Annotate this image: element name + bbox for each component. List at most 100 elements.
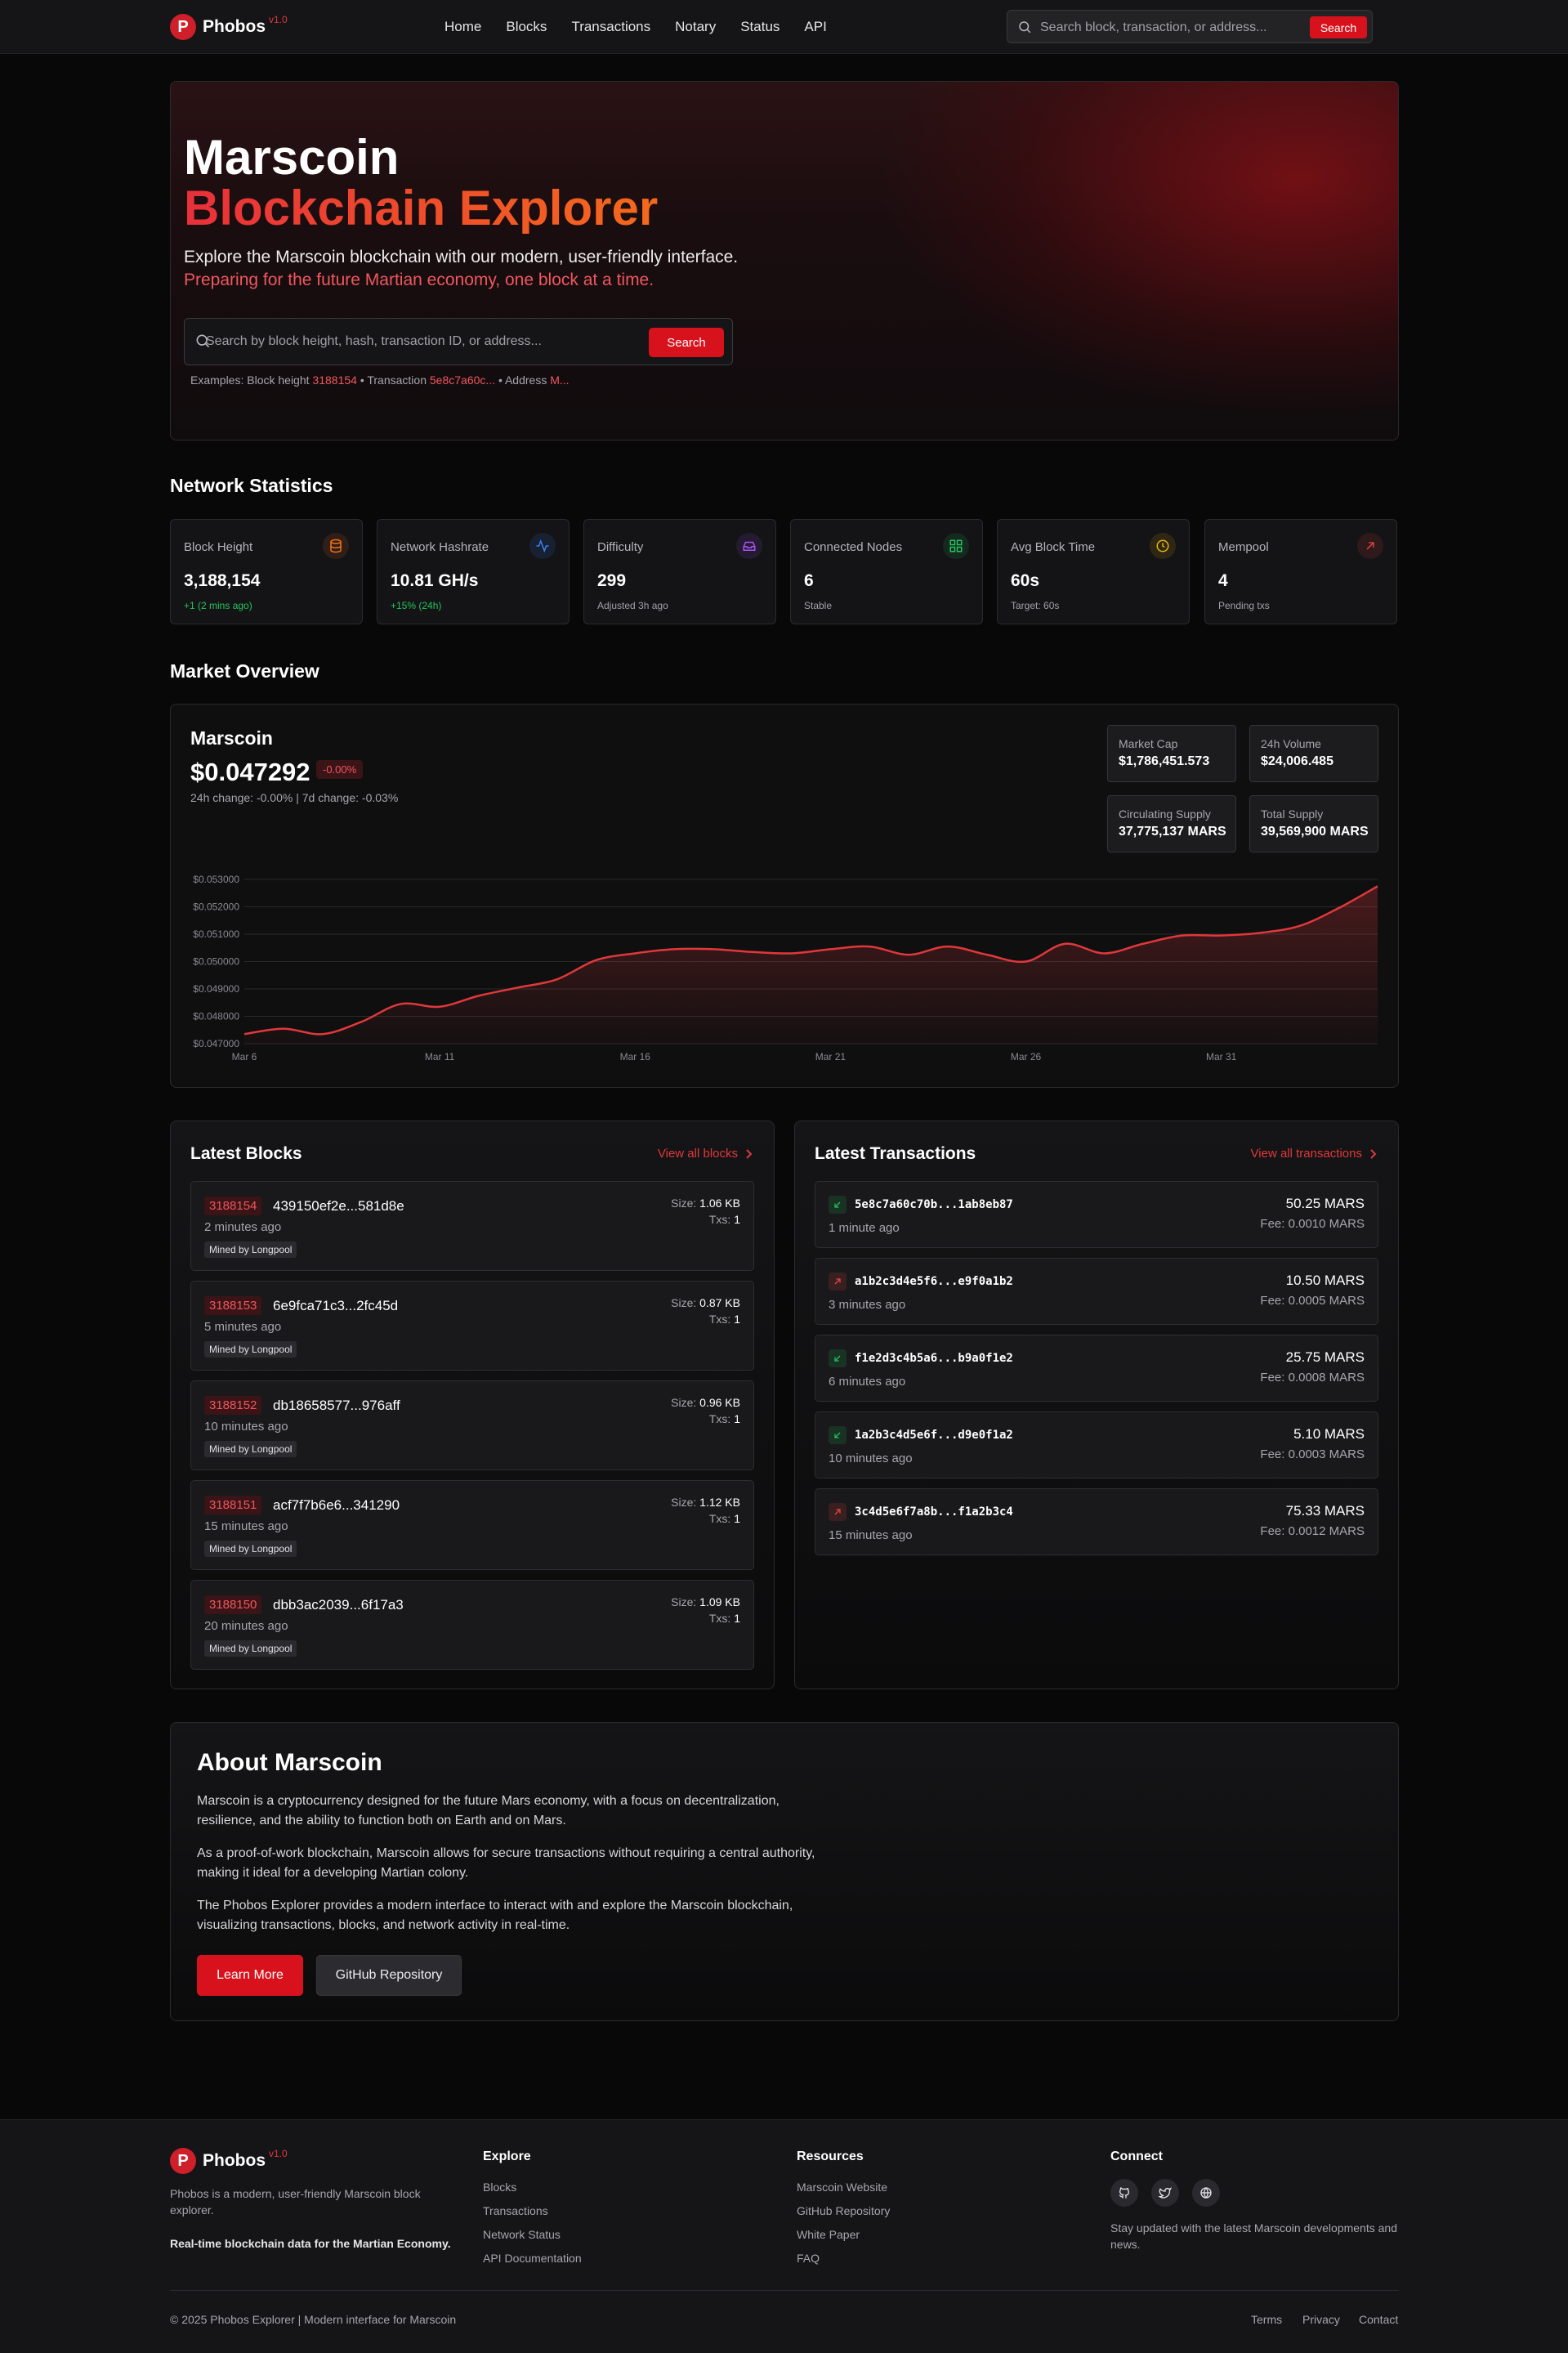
github-repository-button[interactable]: GitHub Repository [316, 1955, 462, 1996]
tx-hash[interactable]: 1a2b3c4d5e6f...d9e0f1a2 [855, 1429, 1013, 1442]
copyright: © 2025 Phobos Explorer | Modern interfac… [170, 2313, 457, 2326]
nav-search-placeholder: Search block, transaction, or address... [1040, 20, 1267, 34]
grid-icon [943, 533, 969, 559]
about-paragraph: Marscoin is a cryptocurrency designed fo… [197, 1794, 780, 1827]
footer-terms-link[interactable]: Terms [1251, 2313, 1282, 2326]
view-all-blocks-link[interactable]: View all blocks [658, 1147, 753, 1161]
tx-hash[interactable]: f1e2d3c4b5a6...b9a0f1e2 [855, 1352, 1013, 1365]
nav-search-input[interactable]: Search block, transaction, or address...… [1007, 10, 1373, 43]
nav-api[interactable]: API [804, 19, 826, 35]
block-height-badge[interactable]: 3188152 [204, 1396, 262, 1415]
footer: P Phobos v1.0 Phobos is a modern, user-f… [0, 2119, 1568, 2353]
block-row[interactable]: 3188153 6e9fca71c3...2fc45d 5 minutes ag… [190, 1281, 754, 1371]
top-navbar: P Phobos v1.0 Home Blocks Transactions N… [0, 0, 1568, 54]
footer-link[interactable]: White Paper [797, 2228, 890, 2241]
tx-age: 15 minutes ago [829, 1528, 913, 1542]
hero-search-placeholder: Search by block height, hash, transactio… [206, 334, 542, 348]
footer-contact-link[interactable]: Contact [1359, 2313, 1398, 2326]
block-row[interactable]: 3188151 acf7f7b6e6...341290 15 minutes a… [190, 1480, 754, 1570]
example-tx-link[interactable]: 5e8c7a60c... [430, 374, 495, 387]
learn-more-button[interactable]: Learn More [197, 1955, 303, 1996]
stat-card-nodes: Connected Nodes 6 Stable [790, 519, 983, 624]
stat-value: 60s [1011, 571, 1040, 590]
globe-icon[interactable] [1192, 2179, 1220, 2207]
hero-search-input[interactable]: Search by block height, hash, transactio… [184, 318, 733, 365]
footer-link[interactable]: Marscoin Website [797, 2181, 890, 2194]
footer-link[interactable]: API Documentation [483, 2252, 582, 2265]
arrow-up-right-icon [1357, 533, 1383, 559]
block-height-badge[interactable]: 3188154 [204, 1197, 262, 1215]
tx-hash[interactable]: 3c4d5e6f7a8b...f1a2b3c4 [855, 1505, 1013, 1519]
hero-title-gradient: Blockchain Explorer [184, 181, 659, 235]
block-age: 10 minutes ago [204, 1420, 288, 1434]
block-hash[interactable]: 6e9fca71c3...2fc45d [273, 1298, 398, 1314]
footer-link[interactable]: Blocks [483, 2181, 582, 2194]
example-address-link[interactable]: M... [550, 374, 569, 387]
hero-search-button[interactable]: Search [649, 328, 724, 357]
transaction-row[interactable]: f1e2d3c4b5a6...b9a0f1e2 6 minutes ago 25… [815, 1335, 1378, 1402]
tx-fee: Fee: 0.0012 MARS [1260, 1524, 1365, 1538]
nav-notary[interactable]: Notary [675, 19, 716, 35]
arrow-up-right-icon [829, 1273, 847, 1291]
block-hash[interactable]: dbb3ac2039...6f17a3 [273, 1597, 404, 1613]
block-size: Size: 1.06 KB [671, 1197, 740, 1210]
footer-description: Phobos is a modern, user-friendly Marsco… [170, 2187, 421, 2217]
block-row[interactable]: 3188152 db18658577...976aff 10 minutes a… [190, 1380, 754, 1470]
price-area [244, 886, 1378, 1044]
chevron-right-icon [746, 1148, 753, 1159]
stat-card-mempool: Mempool 4 Pending txs [1204, 519, 1397, 624]
tx-amount: 75.33 MARS [1285, 1503, 1365, 1519]
tx-fee: Fee: 0.0003 MARS [1260, 1447, 1365, 1461]
network-stats-title: Network Statistics [170, 475, 333, 496]
nav-status[interactable]: Status [740, 19, 780, 35]
stat-label: Avg Block Time [1011, 540, 1096, 554]
block-height-badge[interactable]: 3188153 [204, 1296, 262, 1315]
footer-link[interactable]: FAQ [797, 2252, 890, 2265]
stat-sub: +15% (24h) [391, 600, 442, 611]
footer-resources-column: Resources Marscoin Website GitHub Reposi… [797, 2149, 890, 2275]
block-height-badge[interactable]: 3188150 [204, 1595, 262, 1614]
database-icon [323, 533, 349, 559]
nav-home[interactable]: Home [444, 19, 481, 35]
brand-version: v1.0 [269, 2148, 288, 2159]
tx-age: 10 minutes ago [829, 1452, 913, 1465]
tx-hash[interactable]: 5e8c7a60c70b...1ab8eb87 [855, 1198, 1013, 1211]
twitter-icon[interactable] [1151, 2179, 1179, 2207]
nav-transactions[interactable]: Transactions [571, 19, 650, 35]
hero-section: Marscoin Blockchain Explorer Explore the… [170, 81, 1399, 441]
stat-sub: Stable [804, 600, 833, 611]
nav-search-button[interactable]: Search [1310, 16, 1367, 38]
market-panel: Marscoin $0.047292 -0.00% 24h change: -0… [170, 704, 1399, 1088]
latest-transactions-title: Latest Transactions [815, 1144, 976, 1163]
view-all-transactions-link[interactable]: View all transactions [1251, 1147, 1377, 1161]
brand-version: v1.0 [269, 14, 288, 25]
block-row[interactable]: 3188154 439150ef2e...581d8e 2 minutes ag… [190, 1181, 754, 1271]
stat-sub: Adjusted 3h ago [597, 600, 668, 611]
block-height-badge[interactable]: 3188151 [204, 1496, 262, 1514]
block-txs: Txs: 1 [708, 1412, 740, 1425]
block-hash[interactable]: db18658577...976aff [273, 1398, 400, 1414]
block-hash[interactable]: 439150ef2e...581d8e [273, 1198, 404, 1215]
example-block-link[interactable]: 3188154 [312, 374, 357, 387]
x-tick-label: Mar 31 [1206, 1051, 1237, 1062]
github-icon[interactable] [1110, 2179, 1138, 2207]
footer-privacy-link[interactable]: Privacy [1302, 2313, 1340, 2326]
brand-logo[interactable]: P Phobos v1.0 [170, 14, 288, 40]
tx-hash[interactable]: a1b2c3d4e5f6...e9f0a1b2 [855, 1275, 1013, 1288]
miner-badge: Mined by Longpool [204, 1241, 297, 1258]
y-tick-label: $0.048000 [193, 1011, 239, 1022]
nav-blocks[interactable]: Blocks [506, 19, 547, 35]
transaction-row[interactable]: a1b2c3d4e5f6...e9f0a1b2 3 minutes ago 10… [815, 1258, 1378, 1325]
footer-brand[interactable]: P Phobos v1.0 [170, 2148, 288, 2174]
footer-link[interactable]: Network Status [483, 2228, 582, 2241]
footer-link[interactable]: GitHub Repository [797, 2204, 890, 2217]
x-tick-label: Mar 11 [425, 1051, 455, 1062]
transaction-row[interactable]: 3c4d5e6f7a8b...f1a2b3c4 15 minutes ago 7… [815, 1488, 1378, 1555]
footer-link[interactable]: Transactions [483, 2204, 582, 2217]
block-age: 20 minutes ago [204, 1619, 288, 1633]
transaction-row[interactable]: 1a2b3c4d5e6f...d9e0f1a2 10 minutes ago 5… [815, 1411, 1378, 1478]
block-hash[interactable]: acf7f7b6e6...341290 [273, 1497, 400, 1514]
block-size: Size: 0.87 KB [671, 1296, 740, 1309]
transaction-row[interactable]: 5e8c7a60c70b...1ab8eb87 1 minute ago 50.… [815, 1181, 1378, 1248]
block-row[interactable]: 3188150 dbb3ac2039...6f17a3 20 minutes a… [190, 1580, 754, 1670]
